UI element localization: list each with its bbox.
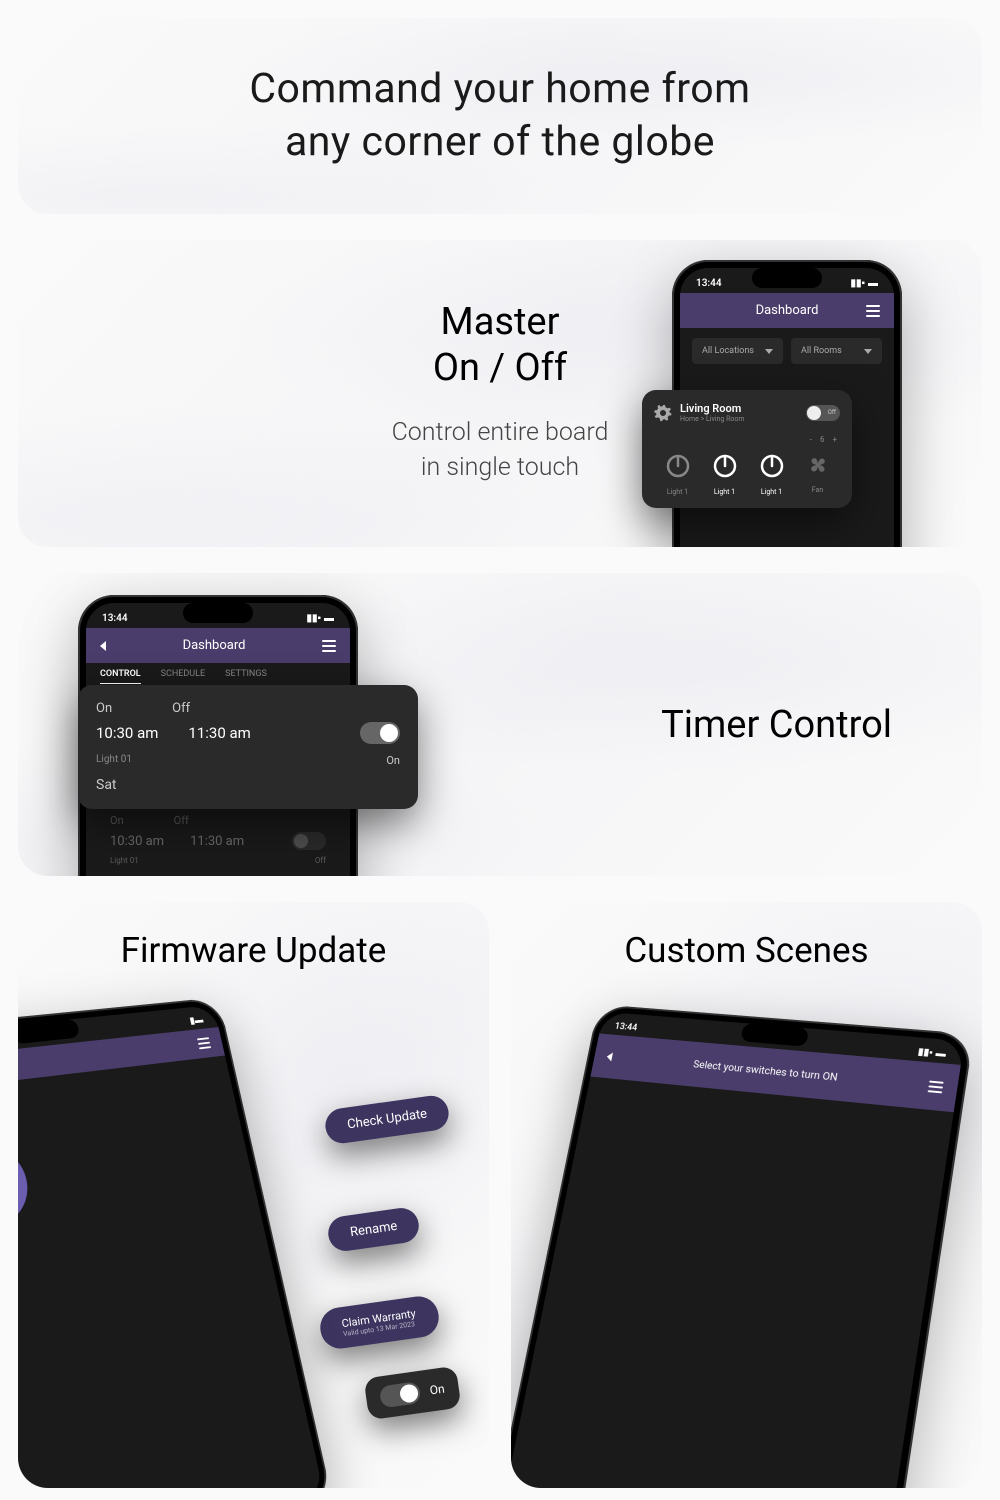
locations-dropdown[interactable]: All Locations — [692, 338, 783, 364]
phone-notch — [752, 268, 822, 288]
light-button-2[interactable]: Light 1 — [711, 452, 739, 496]
battery-icon: ▮▬ — [189, 1015, 204, 1026]
app-title: Dashboard — [106, 638, 322, 653]
hero-title: Command your home from any corner of the… — [249, 63, 750, 170]
timer-device: Light 01 — [96, 754, 132, 767]
on-time: 10:30 am — [96, 724, 158, 742]
firmware-phone: ▮▬ SETTINGS 60% SSID: — [18, 997, 333, 1488]
menu-icon[interactable] — [197, 1037, 211, 1049]
status-time: 13:44 — [614, 1022, 638, 1034]
rename-button[interactable]: Rename — [326, 1206, 421, 1253]
tabs: CONTROL SCHEDULE SETTINGS — [86, 669, 350, 684]
menu-icon[interactable] — [928, 1080, 944, 1093]
chevron-down-icon — [765, 349, 773, 354]
firmware-title: Firmware Update — [18, 930, 489, 971]
master-phone: 13:44 ▮▮▪ ▬ Dashboard All Locations — [672, 260, 902, 547]
menu-icon[interactable] — [322, 640, 336, 652]
on-label: On — [96, 701, 112, 716]
scenes-title: Custom Scenes — [511, 930, 982, 971]
tab-control[interactable]: CONTROL — [100, 669, 141, 684]
timer-title: Timer Control — [661, 703, 892, 747]
scenes-phone: 13:44 ▮▮▪▬ Select your switches to turn … — [511, 1004, 974, 1488]
status-time: 13:44 — [102, 613, 128, 624]
chevron-down-icon — [864, 349, 872, 354]
timer-row-faded: On Off 10:30 am 11:30 am Light 01 Off — [86, 804, 350, 875]
timer-card-section: Timer Control 13:44 ▮▮▪ ▬ Dashboard — [18, 573, 982, 876]
timer-day: Sat — [96, 777, 400, 793]
check-update-button[interactable]: Check Update — [323, 1094, 451, 1146]
firmware-progress: 60% — [18, 1136, 39, 1238]
firmware-card: Firmware Update ▮▬ SETTINGS — [18, 902, 489, 1488]
gear-icon[interactable] — [654, 404, 672, 422]
battery-icon: ▬ — [324, 613, 334, 624]
timer-toggle[interactable] — [360, 722, 400, 744]
fan-speed-control[interactable]: - 6 + — [654, 435, 840, 444]
app-title: Dashboard — [708, 303, 866, 318]
phone-notch — [183, 603, 253, 623]
device-card: Living Room Home > Living Room On Off - … — [642, 390, 852, 508]
status-time: 13:44 — [696, 278, 722, 289]
device-breadcrumb: Home > Living Room — [680, 415, 798, 423]
master-toggle[interactable]: On Off — [806, 405, 840, 421]
tab-schedule[interactable]: SCHEDULE — [161, 669, 205, 684]
tab-settings[interactable]: SETTINGS — [225, 669, 267, 684]
timer-toggle-off[interactable] — [292, 832, 326, 850]
timer-phone: 13:44 ▮▮▪ ▬ Dashboard CONTROL SCHEDULE S… — [78, 595, 358, 876]
toggle-state: On — [386, 754, 400, 767]
toggle-knob — [807, 406, 821, 420]
signal-icon: ▮▮▪ — [850, 278, 865, 289]
off-time: 11:30 am — [188, 724, 250, 742]
battery-icon: ▬ — [868, 278, 878, 289]
signal-icon: ▮▮▪ — [917, 1047, 933, 1059]
battery-icon: ▬ — [935, 1048, 947, 1059]
hero-card: Command your home from any corner of the… — [18, 18, 982, 214]
light-button-1[interactable]: Light 1 — [664, 452, 692, 496]
fan-icon — [805, 452, 831, 478]
rooms-dropdown[interactable]: All Rooms — [791, 338, 882, 364]
signal-icon: ▮▮▪ — [306, 613, 321, 624]
off-label: Off — [172, 701, 190, 716]
fan-button[interactable]: Fan — [805, 452, 831, 496]
master-card: Master On / Off Control entire board in … — [18, 240, 982, 547]
scenes-card: Custom Scenes 13:44 ▮▮▪▬ Select your swi… — [511, 902, 982, 1488]
firmware-toggle[interactable]: On — [364, 1366, 462, 1421]
app-header: Dashboard — [86, 628, 350, 663]
timer-schedule-card: On Off 10:30 am 11:30 am Light 01 On Sat — [78, 685, 418, 809]
light-button-3[interactable]: Light 1 — [758, 452, 786, 496]
app-header: Dashboard — [680, 293, 894, 328]
device-room-name: Living Room Home > Living Room — [680, 402, 798, 423]
claim-warranty-button[interactable]: Claim Warranty Valid upto 13 Mar 2023 — [318, 1294, 441, 1351]
menu-icon[interactable] — [866, 305, 880, 317]
